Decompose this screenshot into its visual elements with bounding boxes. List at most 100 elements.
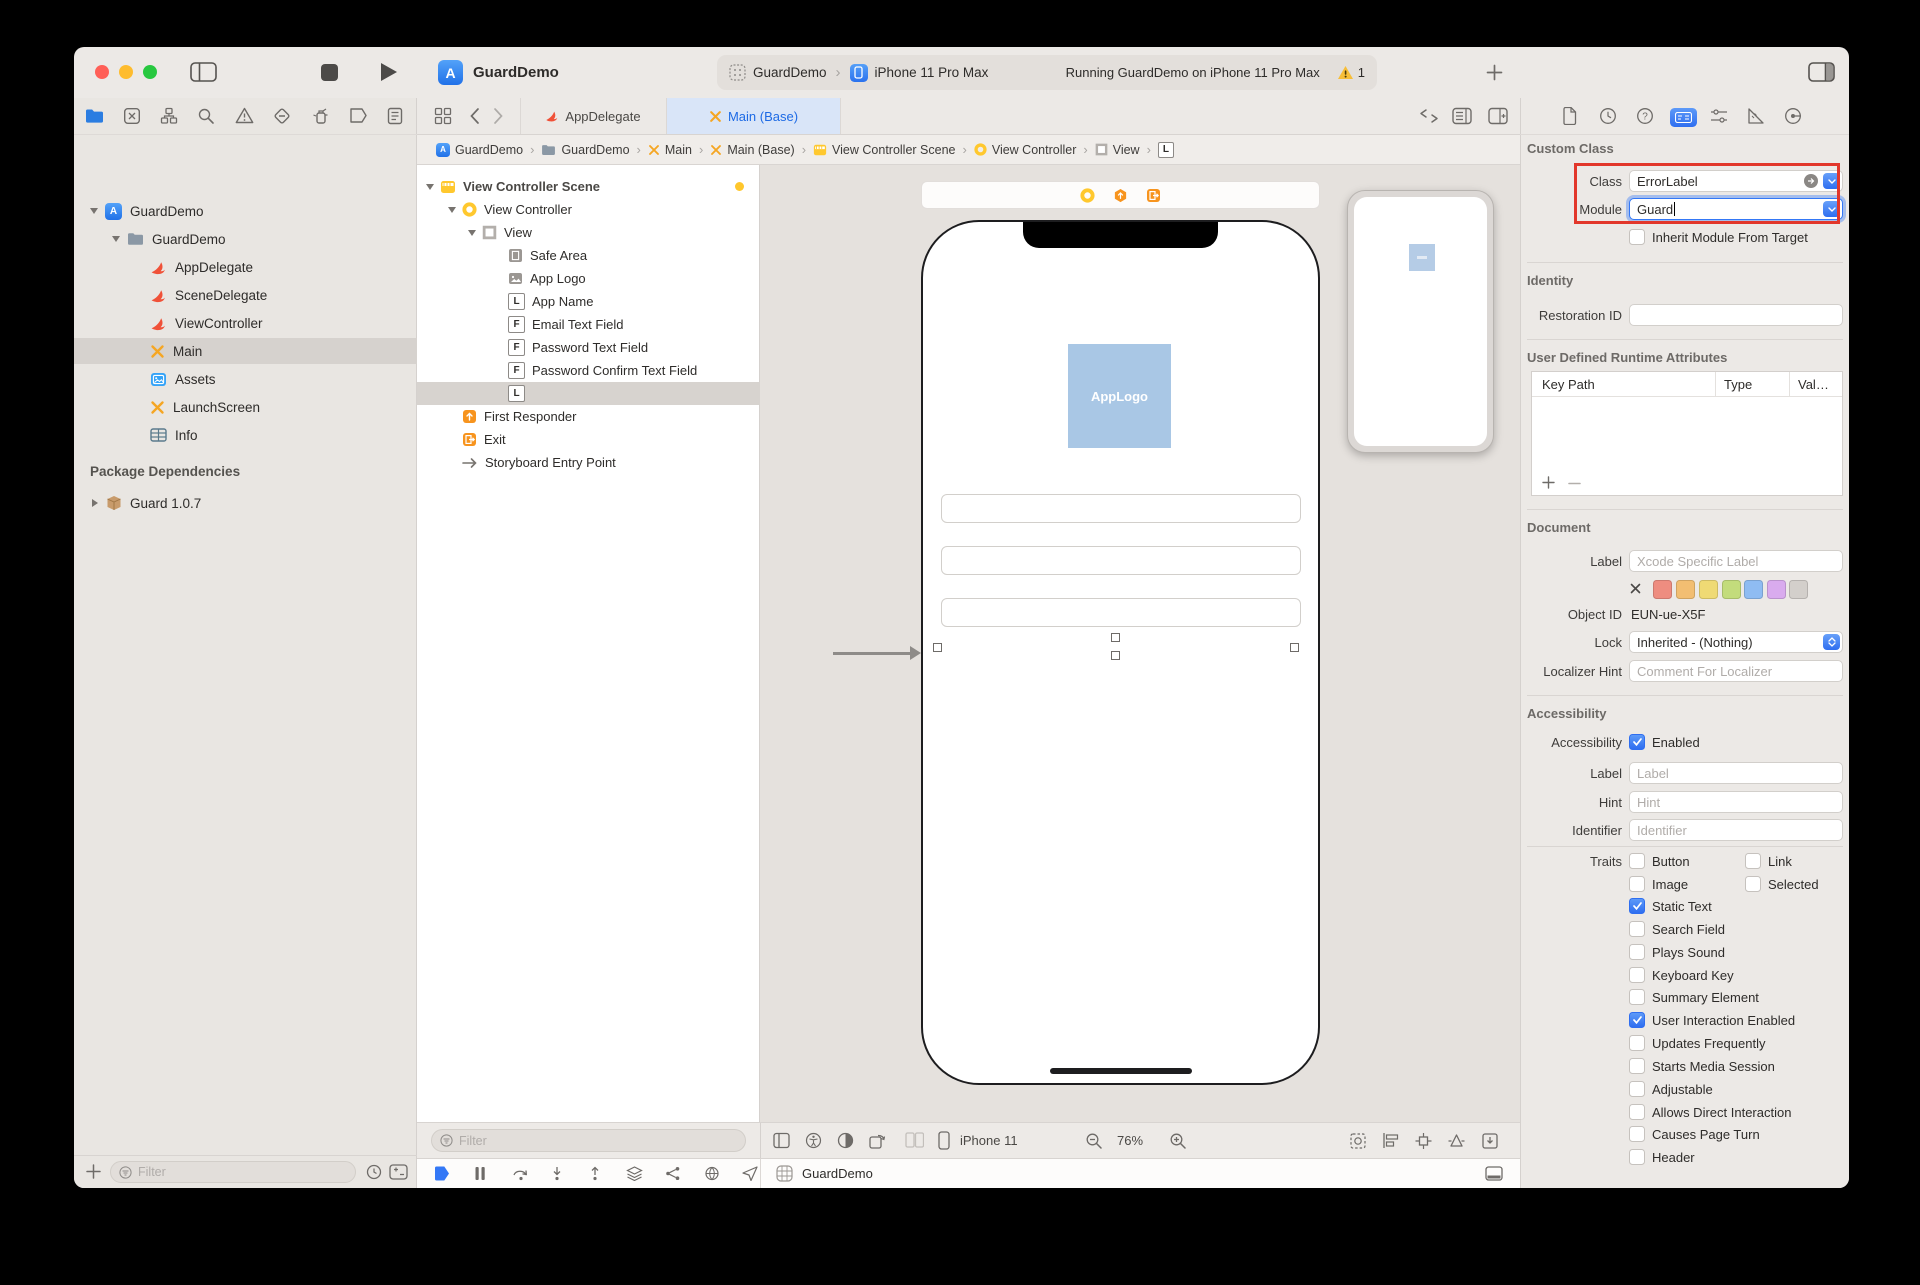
- trait-button-checkbox[interactable]: [1629, 853, 1645, 869]
- disclosure-closed-icon[interactable]: [92, 499, 98, 507]
- outline-item-app-logo[interactable]: App Logo: [417, 267, 760, 290]
- navigator-filter-field[interactable]: Filter: [110, 1161, 356, 1183]
- trait-updates-frequently-checkbox[interactable]: [1629, 1035, 1645, 1051]
- code-review-icon[interactable]: [1419, 108, 1439, 124]
- color-tag-green[interactable]: [1722, 580, 1741, 599]
- outline-item-view-controller-scene[interactable]: View Controller Scene: [417, 175, 760, 198]
- embed-icon[interactable]: [1481, 1132, 1499, 1150]
- outline-item-app-name[interactable]: L App Name: [417, 290, 760, 313]
- remove-attribute-icon[interactable]: [1568, 482, 1581, 485]
- test-navigator-icon[interactable]: [273, 107, 291, 125]
- device-preview-thumbnail[interactable]: [1347, 190, 1494, 453]
- disclosure-open-icon[interactable]: [112, 236, 120, 242]
- source-control-navigator-icon[interactable]: [123, 107, 141, 125]
- column-type[interactable]: Type: [1715, 372, 1789, 397]
- password-text-field[interactable]: [941, 546, 1301, 575]
- trait-image-checkbox[interactable]: [1629, 876, 1645, 892]
- navigator-item-scenedelegate[interactable]: SceneDelegate: [74, 282, 417, 308]
- split-preview-icon[interactable]: [905, 1132, 924, 1148]
- storyboard-entry-arrow[interactable]: [833, 652, 910, 655]
- selection-handle-top[interactable]: [1111, 633, 1120, 642]
- accessibility-hint-field[interactable]: Hint: [1629, 791, 1843, 813]
- accessibility-label-field[interactable]: Label: [1629, 762, 1843, 784]
- filter-scope-icon[interactable]: [389, 1164, 408, 1180]
- warning-badge[interactable]: 1: [1337, 65, 1365, 80]
- navigator-item-assets[interactable]: Assets: [74, 366, 417, 392]
- trait-header-checkbox[interactable]: [1629, 1149, 1645, 1165]
- navigator-item-project-guarddemo[interactable]: A GuardDemo: [74, 198, 417, 224]
- outline-item-exit[interactable]: Exit: [417, 428, 760, 451]
- orientation-icon[interactable]: [868, 1132, 887, 1149]
- navigator-item-info[interactable]: Info: [74, 422, 417, 448]
- tab-appdelegate[interactable]: AppDelegate: [521, 98, 665, 134]
- history-inspector-icon[interactable]: [1599, 107, 1617, 125]
- color-appearance-icon[interactable]: [837, 1132, 854, 1149]
- go-forward-icon[interactable]: [493, 107, 504, 125]
- scheme-name[interactable]: GuardDemo: [753, 65, 827, 80]
- toggle-left-sidebar-icon[interactable]: [190, 61, 217, 83]
- hide-document-outline-icon[interactable]: [773, 1132, 790, 1149]
- document-label-field[interactable]: Xcode Specific Label: [1629, 550, 1843, 572]
- trait-summary-element-checkbox[interactable]: [1629, 989, 1645, 1005]
- disclosure-open-icon[interactable]: [468, 230, 476, 236]
- trait-user-interaction-checkbox[interactable]: [1629, 1012, 1645, 1028]
- navigator-item-package-guard[interactable]: Guard 1.0.7: [74, 490, 417, 516]
- stop-button[interactable]: [321, 64, 338, 81]
- outline-item-error-label-selected[interactable]: L: [417, 382, 760, 405]
- breadcrumb-item[interactable]: Main (Base): [727, 143, 794, 157]
- disclosure-open-icon[interactable]: [426, 184, 434, 190]
- label-object-icon[interactable]: L: [1158, 142, 1174, 158]
- editor-options-icon[interactable]: [1452, 107, 1472, 125]
- lock-dropdown[interactable]: Inherited - (Nothing): [1629, 631, 1843, 653]
- trait-adjustable-checkbox[interactable]: [1629, 1081, 1645, 1097]
- issue-navigator-icon[interactable]: [235, 107, 254, 124]
- selection-handle-right[interactable]: [1290, 643, 1299, 652]
- size-inspector-icon[interactable]: [1747, 107, 1765, 125]
- run-destination-name[interactable]: iPhone 11 Pro Max: [875, 65, 989, 80]
- navigator-item-launchscreen[interactable]: LaunchScreen: [74, 394, 417, 420]
- color-tag-orange[interactable]: [1676, 580, 1695, 599]
- trait-link-checkbox[interactable]: [1745, 853, 1761, 869]
- file-inspector-icon[interactable]: [1562, 107, 1577, 125]
- bookmarks-navigator-icon[interactable]: [160, 107, 178, 125]
- clear-color-icon[interactable]: [1630, 583, 1641, 594]
- disclosure-open-icon[interactable]: [90, 208, 98, 214]
- debug-view-hierarchy-icon[interactable]: [626, 1166, 643, 1181]
- zoom-level[interactable]: 76%: [1117, 1133, 1143, 1148]
- column-value[interactable]: Val…: [1789, 372, 1842, 397]
- add-item-icon[interactable]: [86, 1164, 101, 1179]
- outline-item-storyboard-entry-point[interactable]: Storyboard Entry Point: [417, 451, 760, 474]
- breadcrumb-item[interactable]: GuardDemo: [455, 143, 523, 157]
- accessibility-enabled-checkbox[interactable]: [1629, 734, 1645, 750]
- step-into-icon[interactable]: [550, 1166, 564, 1181]
- color-tag-purple[interactable]: [1767, 580, 1786, 599]
- pause-execution-icon[interactable]: [474, 1166, 486, 1181]
- resolve-layout-issues-icon[interactable]: [1447, 1132, 1466, 1150]
- step-over-icon[interactable]: [512, 1166, 530, 1181]
- selection-handle-left[interactable]: [933, 643, 942, 652]
- navigator-item-appdelegate[interactable]: AppDelegate: [74, 254, 417, 280]
- trait-causes-page-turn-checkbox[interactable]: [1629, 1126, 1645, 1142]
- breadcrumb-item[interactable]: View Controller Scene: [832, 143, 955, 157]
- toggle-right-sidebar-icon[interactable]: [1808, 61, 1835, 83]
- restoration-id-field[interactable]: [1629, 304, 1843, 326]
- identity-inspector-icon-selected[interactable]: [1670, 108, 1697, 127]
- breadcrumb-item[interactable]: View Controller: [992, 143, 1077, 157]
- outline-item-email-text-field[interactable]: F Email Text Field: [417, 313, 760, 336]
- breadcrumb-item[interactable]: GuardDemo: [561, 143, 629, 157]
- trait-allows-direct-interaction-checkbox[interactable]: [1629, 1104, 1645, 1120]
- trait-selected-checkbox[interactable]: [1745, 876, 1761, 892]
- navigator-item-main-selected[interactable]: Main: [74, 338, 417, 364]
- outline-item-password-text-field[interactable]: F Password Text Field: [417, 336, 760, 359]
- localizer-hint-field[interactable]: Comment For Localizer: [1629, 660, 1843, 682]
- color-tag-yellow[interactable]: [1699, 580, 1718, 599]
- close-window-button[interactable]: [95, 65, 109, 79]
- run-button[interactable]: [381, 63, 397, 81]
- exit-dock-icon[interactable]: [1146, 188, 1161, 203]
- zoom-window-button[interactable]: [143, 65, 157, 79]
- outline-filter-field[interactable]: Filter: [431, 1129, 746, 1152]
- selection-handle-bottom[interactable]: [1111, 651, 1120, 660]
- app-logo-view[interactable]: AppLogo: [1068, 344, 1171, 448]
- zoom-out-icon[interactable]: [1085, 1132, 1103, 1150]
- breadcrumb-item[interactable]: View: [1113, 143, 1140, 157]
